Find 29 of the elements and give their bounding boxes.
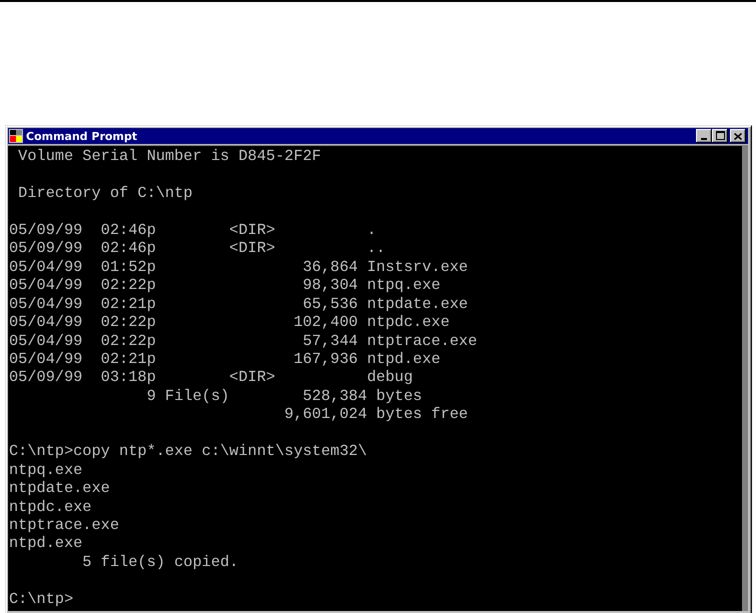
console-line: ntpdc.exe bbox=[9, 498, 92, 516]
console-line: 05/04/99 02:22p 98,304 ntpq.exe bbox=[9, 276, 440, 295]
console-line: 05/04/99 02:22p 102,400 ntpdc.exe bbox=[9, 313, 450, 332]
console-line: 05/09/99 02:46p <DIR> .. bbox=[9, 239, 386, 258]
maximize-button[interactable] bbox=[712, 129, 728, 143]
console-line: 9,601,024 bytes free bbox=[283, 405, 468, 424]
console-line: Directory of C:\ntp bbox=[17, 184, 193, 202]
console-line: ntptrace.exe bbox=[9, 516, 120, 534]
close-button[interactable] bbox=[730, 129, 746, 143]
console-line: 05/09/99 03:18p <DIR> debug bbox=[9, 368, 413, 387]
console-line: 05/04/99 02:21p 167,936 ntpd.exe bbox=[9, 350, 440, 368]
minimize-button[interactable] bbox=[696, 129, 712, 143]
close-icon bbox=[734, 132, 742, 140]
console-line: 05/04/99 02:21p 65,536 ntpdate.exe bbox=[9, 294, 468, 314]
console-line: C:\ntp>copy ntp*.exe c:\winnt\system32\ bbox=[9, 442, 368, 461]
console-line: ntpq.exe bbox=[9, 460, 82, 480]
console-line: ntpd.exe bbox=[9, 534, 82, 553]
console-line: 05/09/99 02:46p <DIR> . bbox=[9, 220, 376, 240]
console-line: 05/04/99 01:52p 36,864 Instsrv.exe bbox=[9, 258, 468, 276]
console-line: ntpdate.exe bbox=[9, 479, 110, 498]
maximize-icon bbox=[716, 131, 724, 140]
console-line: 5 file(s) copied. bbox=[81, 552, 238, 572]
console-line: C:\ntp> bbox=[9, 590, 74, 608]
console-line: Volume Serial Number is D845-2F2F bbox=[17, 147, 322, 166]
minimize-icon bbox=[701, 138, 707, 140]
console-line: 9 File(s) 528,384 bytes bbox=[146, 386, 422, 406]
console-line: 05/04/99 02:22p 57,344 ntptrace.exe bbox=[9, 332, 478, 350]
ms-dos-icon bbox=[9, 129, 23, 143]
window-title: Command Prompt bbox=[26, 130, 138, 142]
